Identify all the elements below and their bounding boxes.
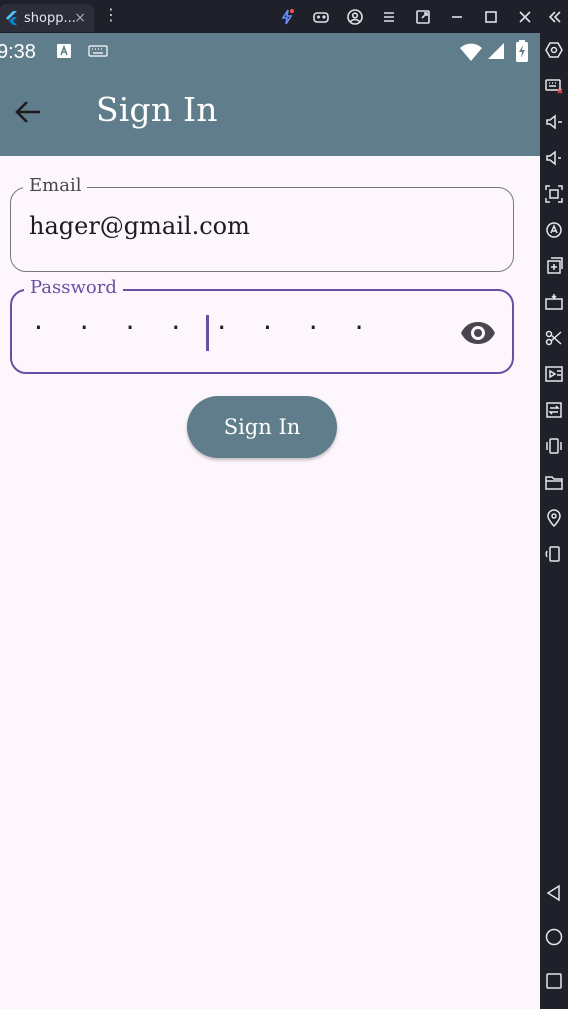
keyboard-icon [88,45,108,57]
record-video-icon[interactable] [545,365,565,385]
account-icon[interactable] [338,0,372,33]
multi-instance-icon[interactable] [545,257,565,277]
back-arrow-icon[interactable] [10,94,46,130]
email-label: Email [23,175,88,196]
close-window-icon[interactable] [508,0,542,33]
emulator-title-bar: shopp... × ⋮ [0,0,568,33]
email-value[interactable]: hager@gmail.com [29,212,250,240]
tab-close-icon[interactable]: × [74,10,86,26]
password-label: Password [24,277,123,298]
battery-charging-icon [516,40,528,62]
volume-up-icon[interactable] [545,113,565,133]
screenshot-icon[interactable] [545,185,565,205]
gamepad-icon[interactable] [304,0,338,33]
flutter-icon [6,11,17,25]
password-field[interactable]: Password · · · · · · · · [10,277,514,374]
keyboard-mapping-icon[interactable] [545,77,565,97]
cell-signal-icon [488,43,504,59]
folder-icon[interactable] [545,473,565,493]
nav-back-icon[interactable] [544,883,566,905]
hamburger-menu-icon[interactable] [372,0,406,33]
location-icon[interactable] [545,509,565,529]
performance-icon[interactable] [270,0,304,33]
text-cursor [206,315,209,351]
emulator-sidebar [540,33,568,1009]
minimize-icon[interactable] [440,0,474,33]
nav-recents-icon[interactable] [544,971,566,993]
shake-icon[interactable] [545,437,565,457]
maximize-icon[interactable] [474,0,508,33]
app-tab[interactable]: shopp... × [0,4,94,32]
sync-icon[interactable] [545,401,565,421]
rotate-device-icon[interactable] [545,545,565,565]
wifi-icon [460,43,482,61]
email-field[interactable]: Email hager@gmail.com [10,175,514,272]
app-bar: Sign In [0,72,540,156]
auto-rotate-icon[interactable] [545,221,565,241]
apk-install-icon[interactable] [545,293,565,313]
status-time: 9:38 [0,41,36,63]
more-menu-icon[interactable]: ⋮ [103,7,119,23]
settings-icon[interactable] [545,41,565,61]
page-title: Sign In [96,90,218,129]
scissors-icon[interactable] [545,329,565,349]
collapse-sidebar-icon[interactable] [542,0,568,33]
tab-title: shopp... [24,10,76,26]
sign-in-button[interactable]: Sign In [187,396,337,458]
show-password-eye-icon[interactable] [460,315,496,351]
font-notification-icon [57,44,71,58]
popout-icon[interactable] [406,0,440,33]
phone-screen: 9:38 Sign In Email hager@gmail.com Passw… [0,33,540,1009]
nav-home-icon[interactable] [544,927,566,949]
status-bar: 9:38 [0,33,540,72]
volume-down-icon[interactable] [545,149,565,169]
